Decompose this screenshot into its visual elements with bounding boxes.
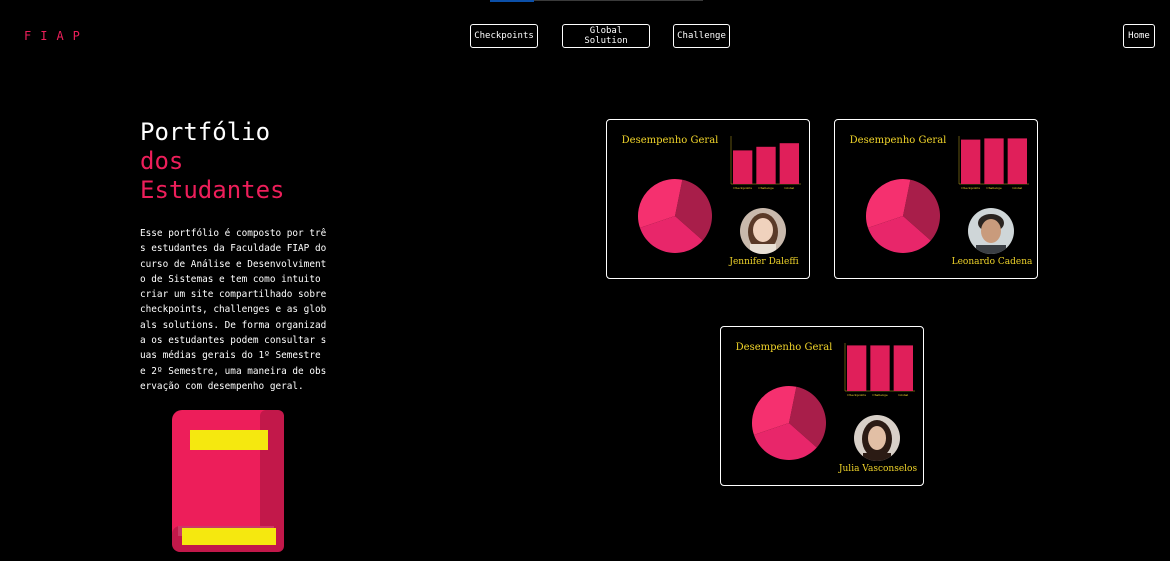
nav-challenge-button[interactable]: Challenge xyxy=(673,24,730,48)
bar-label: Checkpoints xyxy=(847,393,866,397)
bar xyxy=(847,345,867,391)
page-title-line-1: Portfólio xyxy=(140,118,271,146)
bar-label: Challenge xyxy=(758,186,774,190)
student-avatar xyxy=(740,208,786,254)
bar xyxy=(733,150,753,184)
page-title-line-3: Estudantes xyxy=(140,176,285,204)
student-card[interactable]: Desempenho Geral Checkpoints Challenge Glo… xyxy=(720,326,924,486)
bar-label: Challenge xyxy=(986,186,1002,190)
performance-bar-chart: Checkpoints Challenge Global xyxy=(958,136,1029,190)
chart-title: Desempenho Geral xyxy=(849,135,947,146)
nav-home-button[interactable]: Home xyxy=(1123,24,1155,48)
bar xyxy=(961,139,981,184)
bar-label: Checkpoints xyxy=(733,186,752,190)
bar-label: Global xyxy=(898,393,908,397)
page-title: Portfólio dos Estudantes xyxy=(140,118,285,205)
top-divider-accent xyxy=(490,0,534,2)
bar xyxy=(984,138,1004,184)
bar xyxy=(870,345,890,391)
bar xyxy=(1007,138,1027,184)
chart-title: Desempenho Geral xyxy=(621,135,719,146)
student-name: Jennifer Daleffi xyxy=(729,257,799,267)
bar xyxy=(756,146,776,184)
bar-label: Checkpoints xyxy=(961,186,980,190)
student-card[interactable]: Desempenho Geral Checkpoints Challenge Glo… xyxy=(834,119,1038,279)
fiap-logo[interactable]: FIAP xyxy=(24,29,89,43)
performance-bar-chart: Checkpoints Challenge Global xyxy=(844,343,915,397)
performance-pie-chart xyxy=(638,179,712,253)
portfolio-description: Esse portfólio é composto por três estud… xyxy=(140,228,327,392)
performance-pie-chart xyxy=(866,179,940,253)
student-name: Julia Vasconselos xyxy=(838,464,918,474)
book-icon xyxy=(172,410,284,552)
performance-pie-chart xyxy=(752,386,826,460)
student-name: Leonardo Cadena xyxy=(951,257,1033,267)
bar-label: Challenge xyxy=(872,393,888,397)
nav-checkpoints-button[interactable]: Checkpoints xyxy=(470,24,538,48)
bar-label: Global xyxy=(784,186,794,190)
student-avatar xyxy=(968,208,1014,254)
chart-title: Desempenho Geral xyxy=(735,342,833,353)
bar-label: Global xyxy=(1012,186,1022,190)
student-avatar xyxy=(854,415,900,461)
page-title-line-2: dos xyxy=(140,147,184,175)
student-card[interactable]: Desempenho Geral Checkpoints Challenge Glo… xyxy=(606,119,810,279)
bar xyxy=(779,143,799,184)
performance-bar-chart: Checkpoints Challenge Global xyxy=(730,136,801,190)
bar xyxy=(893,345,913,391)
nav-global-solution-button[interactable]: Global Solution xyxy=(562,24,650,48)
